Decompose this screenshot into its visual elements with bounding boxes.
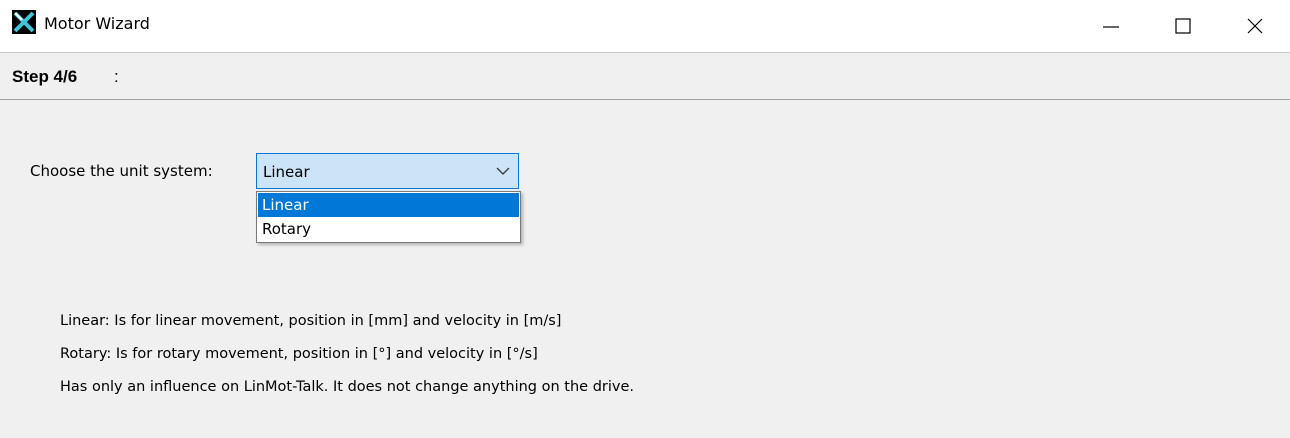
title-bar: Motor Wizard <box>0 0 1290 53</box>
unit-system-value: Linear <box>263 163 310 181</box>
linear-description: Linear: Is for linear movement, position… <box>60 313 562 329</box>
minimize-button[interactable] <box>1088 0 1134 52</box>
maximize-icon <box>1175 18 1191 34</box>
influence-note: Has only an influence on LinMot-Talk. It… <box>60 379 634 395</box>
window-title: Motor Wizard <box>44 14 150 33</box>
close-button[interactable] <box>1232 0 1278 52</box>
unit-system-select[interactable]: Linear <box>256 153 519 189</box>
unit-system-label: Choose the unit system: <box>30 162 213 180</box>
step-header: Step 4/6 : <box>0 53 1290 100</box>
minimize-icon <box>1103 26 1119 28</box>
chevron-down-icon <box>496 167 510 175</box>
step-title: Step 4/6 <box>12 67 78 86</box>
maximize-button[interactable] <box>1160 0 1206 52</box>
option-rotary[interactable]: Rotary <box>258 217 519 241</box>
step-title-suffix: : <box>114 67 119 86</box>
close-icon <box>1247 18 1263 34</box>
option-linear[interactable]: Linear <box>258 193 519 217</box>
app-x-icon <box>12 10 36 34</box>
rotary-description: Rotary: Is for rotary movement, position… <box>60 346 538 362</box>
unit-system-dropdown: Linear Rotary <box>256 191 521 243</box>
